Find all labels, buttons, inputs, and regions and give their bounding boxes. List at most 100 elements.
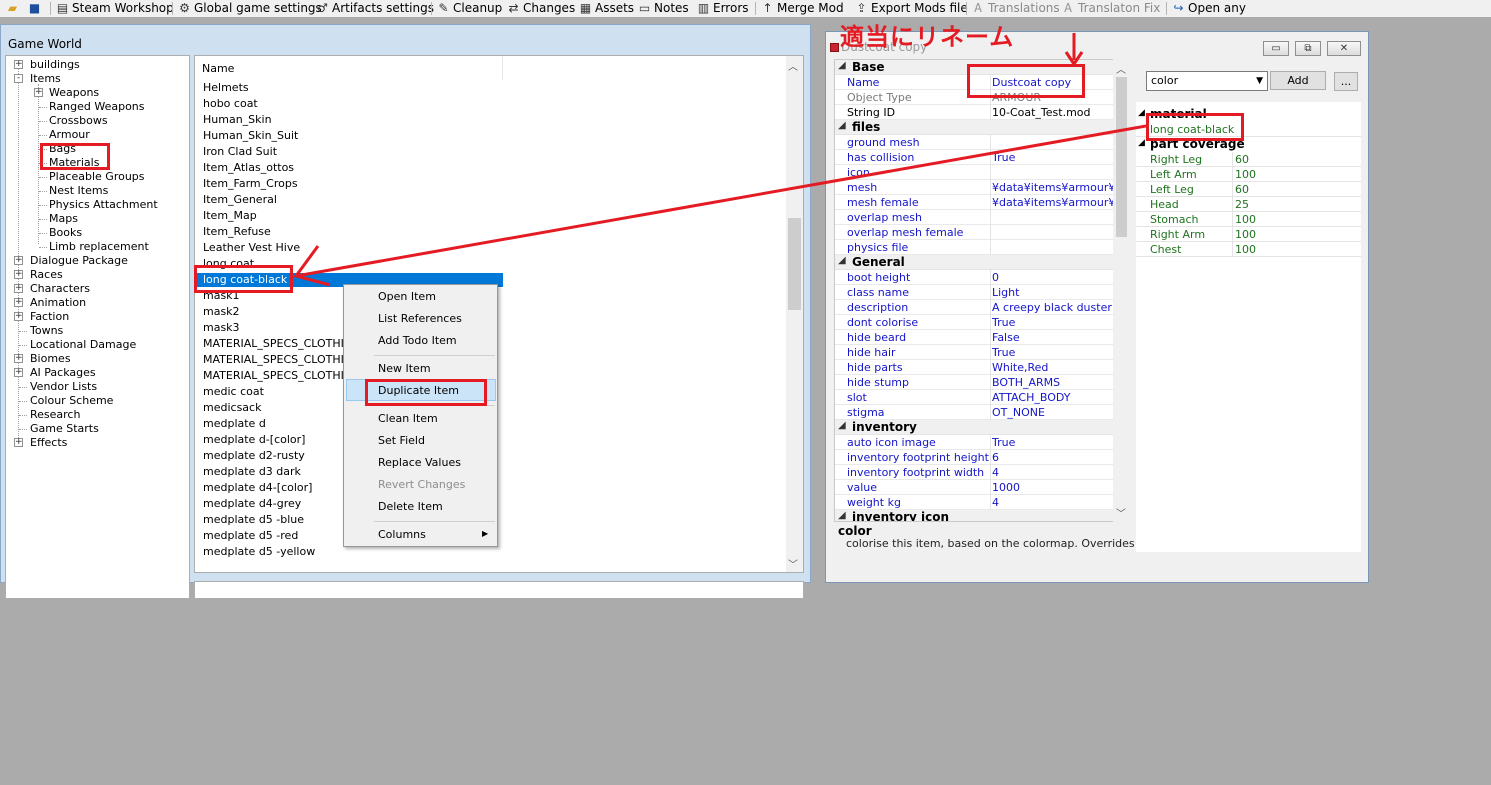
property-row[interactable]: weight kg 4 — [835, 495, 1120, 510]
assets-button[interactable]: ▦ Assets — [579, 0, 634, 17]
property-value[interactable]: 1000 — [992, 481, 1120, 494]
coverage-value[interactable]: 60 — [1235, 183, 1249, 196]
property-category[interactable]: ◢ files — [835, 120, 1120, 135]
expand-icon[interactable]: + — [34, 88, 43, 97]
property-value[interactable]: True — [992, 316, 1120, 329]
coverage-value[interactable]: 100 — [1235, 243, 1256, 256]
property-row[interactable]: mesh female ¥data¥items¥armour¥me — [835, 195, 1120, 210]
list-item[interactable]: medplate d5 -red — [203, 529, 298, 543]
menu-item-delete-item[interactable]: Delete Item — [378, 500, 443, 513]
property-row[interactable]: stigma OT_NONE — [835, 405, 1120, 420]
menu-item-list-references[interactable]: List References — [378, 312, 462, 325]
property-value[interactable]: ATTACH_BODY — [992, 391, 1120, 404]
tree-node-effects[interactable]: Effects — [30, 436, 67, 449]
translations-button[interactable]: Ꭺ Translations — [972, 0, 1059, 17]
property-value[interactable]: BOTH_ARMS — [992, 376, 1120, 389]
coverage-value[interactable]: 100 — [1235, 168, 1256, 181]
expand-icon[interactable]: + — [14, 256, 23, 265]
property-value[interactable]: True — [992, 346, 1120, 359]
tree-node-animation[interactable]: Animation — [30, 296, 86, 309]
list-item[interactable]: Item_Map — [203, 209, 257, 223]
property-row[interactable]: hide stump BOTH_ARMS — [835, 375, 1120, 390]
tree-node-races[interactable]: Races — [30, 268, 63, 281]
tree-node-game-starts[interactable]: Game Starts — [30, 422, 99, 435]
list-item[interactable]: MATERIAL_SPECS_CLOTHING — [203, 337, 361, 351]
property-row[interactable]: inventory footprint width 4 — [835, 465, 1120, 480]
menu-item-open-item[interactable]: Open Item — [378, 290, 436, 303]
coverage-value[interactable]: 100 — [1235, 228, 1256, 241]
open-any-button[interactable]: ↪ Open any — [1172, 0, 1245, 17]
tree-node-limb-replacement[interactable]: Limb replacement — [49, 240, 149, 253]
tree-node-faction[interactable]: Faction — [30, 310, 69, 323]
tree-node-physics-attachment[interactable]: Physics Attachment — [49, 198, 158, 211]
steam-workshop-button[interactable]: ▤ Steam Workshop — [56, 0, 174, 17]
notes-button[interactable]: ▭ Notes — [638, 0, 689, 17]
list-item[interactable]: mask2 — [203, 305, 240, 319]
expand-icon[interactable]: + — [14, 284, 23, 293]
list-item[interactable]: medplate d — [203, 417, 266, 431]
reference-list[interactable]: ◢ material long coat-black ◢ part covera… — [1136, 102, 1361, 552]
property-category[interactable]: ◢ General — [835, 255, 1120, 270]
property-value[interactable]: White,Red — [992, 361, 1120, 374]
property-grid[interactable]: ◢ Base Name Dustcoat copy Object Type ARMOUR S… — [834, 59, 1121, 522]
tree-node-research[interactable]: Research — [30, 408, 80, 421]
property-value[interactable]: ¥data¥items¥armour¥me — [992, 196, 1120, 209]
coverage-row[interactable]: Left Arm 100 — [1136, 167, 1361, 182]
coverage-value[interactable]: 25 — [1235, 198, 1249, 211]
tree-node-buildings[interactable]: buildings — [30, 58, 80, 71]
export-mods-file-button[interactable]: ⇪ Export Mods file — [855, 0, 967, 17]
coverage-value[interactable]: 60 — [1235, 153, 1249, 166]
coverage-row[interactable]: Chest 100 — [1136, 242, 1361, 257]
list-item[interactable]: Item_Refuse — [203, 225, 271, 239]
tree-node-vendor-lists[interactable]: Vendor Lists — [30, 380, 97, 393]
expand-icon[interactable]: + — [14, 298, 23, 307]
property-value[interactable]: OT_NONE — [992, 406, 1120, 419]
property-value[interactable]: True — [992, 151, 1120, 164]
menu-item-add-todo-item[interactable]: Add Todo Item — [378, 334, 457, 347]
tree-node-characters[interactable]: Characters — [30, 282, 90, 295]
artifacts-settings-button[interactable]: ♂ Artifacts settings — [316, 0, 434, 17]
tree-node-items[interactable]: Items — [30, 72, 61, 85]
property-row[interactable]: description A creepy black duster c — [835, 300, 1120, 315]
property-row[interactable]: ground mesh — [835, 135, 1120, 150]
property-row[interactable]: hide parts White,Red — [835, 360, 1120, 375]
tree-node-ai-packages[interactable]: AI Packages — [30, 366, 96, 379]
tree-node-dialogue-package[interactable]: Dialogue Package — [30, 254, 128, 267]
collapse-icon[interactable]: - — [14, 74, 23, 83]
expand-icon[interactable]: + — [14, 368, 23, 377]
coverage-row[interactable]: Head 25 — [1136, 197, 1361, 212]
property-value[interactable]: ¥data¥items¥armour¥me — [992, 181, 1120, 194]
list-item[interactable]: Item_Atlas_ottos — [203, 161, 294, 175]
tree-node-ranged-weapons[interactable]: Ranged Weapons — [49, 100, 145, 113]
property-row[interactable]: auto icon image True — [835, 435, 1120, 450]
property-value[interactable]: True — [992, 436, 1120, 449]
property-row[interactable]: String ID 10-Coat_Test.mod — [835, 105, 1120, 120]
scroll-down-icon[interactable]: ﹀ — [1116, 505, 1126, 520]
item-list[interactable]: Name Helmets hobo coat Human_Skin Human_Ski… — [194, 55, 804, 573]
minimize-button[interactable]: ▭ — [1263, 41, 1289, 56]
open-folder-button[interactable]: ▰ — [6, 0, 22, 17]
expand-icon[interactable]: + — [14, 312, 23, 321]
property-row[interactable]: overlap mesh female — [835, 225, 1120, 240]
property-row[interactable]: physics file — [835, 240, 1120, 255]
property-row[interactable]: dont colorise True — [835, 315, 1120, 330]
list-item[interactable]: Iron Clad Suit — [203, 145, 277, 159]
cleanup-button[interactable]: ✎ Cleanup — [437, 0, 502, 17]
coverage-value[interactable]: 100 — [1235, 213, 1256, 226]
scroll-up-icon[interactable]: ︿ — [1116, 61, 1126, 76]
list-item[interactable]: medplate d5 -blue — [203, 513, 304, 527]
property-row[interactable]: value 1000 — [835, 480, 1120, 495]
coverage-row[interactable]: Right Arm 100 — [1136, 227, 1361, 242]
property-row[interactable]: hide hair True — [835, 345, 1120, 360]
close-button[interactable]: ✕ — [1327, 41, 1361, 56]
expand-icon[interactable]: + — [14, 438, 23, 447]
tree-node-nest-items[interactable]: Nest Items — [49, 184, 108, 197]
property-grid-scrollbar[interactable]: ︿ ﹀ — [1113, 59, 1130, 522]
property-value[interactable]: 0 — [992, 271, 1120, 284]
save-button[interactable]: ■ — [28, 0, 44, 17]
scroll-down-icon[interactable]: ﹀ — [788, 556, 798, 571]
tree-node-weapons[interactable]: Weapons — [49, 86, 99, 99]
property-row[interactable]: hide beard False — [835, 330, 1120, 345]
tree-node-placeable-groups[interactable]: Placeable Groups — [49, 170, 145, 183]
menu-item-new-item[interactable]: New Item — [378, 362, 431, 375]
